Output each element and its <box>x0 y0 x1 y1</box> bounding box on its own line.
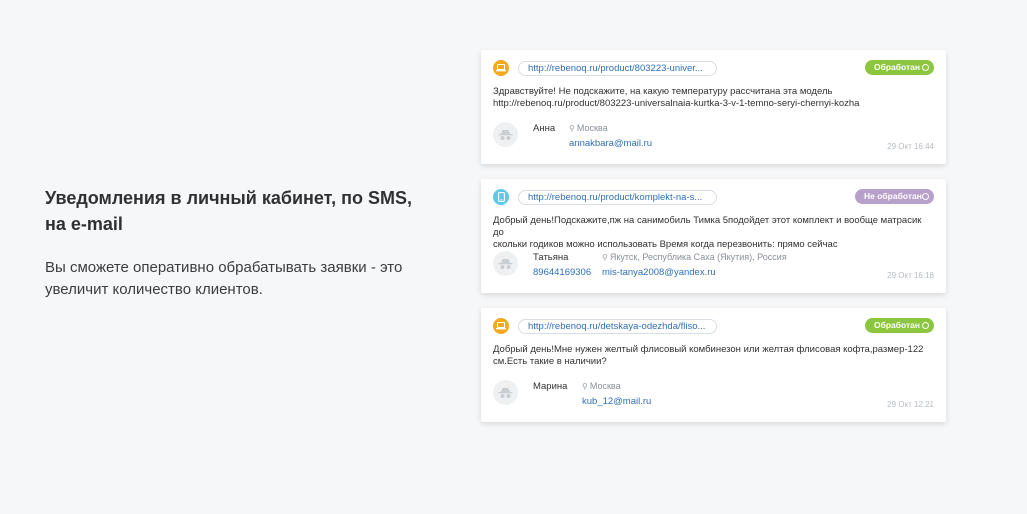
avatar <box>493 122 518 147</box>
request-message: Здравствуйте! Не подскажите, на какую те… <box>493 86 934 110</box>
source-url-link[interactable]: http://rebenoq.ru/detskaya-odezhda/fliso… <box>518 319 717 334</box>
status-toggle-icon <box>922 322 929 329</box>
client-name: Анна <box>533 123 556 134</box>
location-text: Якутск, Республика Саха (Якутия), Россия <box>609 252 787 262</box>
request-time: 29 Окт 16:44 <box>887 142 934 151</box>
request-message: Добрый день!Подскажите,пж на санимобиль … <box>493 215 934 251</box>
client-name: Марина <box>533 381 568 392</box>
laptop-icon <box>493 60 509 76</box>
status-label: Обработан <box>874 62 921 72</box>
location-pin-icon: ⚲ <box>582 382 588 391</box>
request-card[interactable]: http://rebenoq.ru/detskaya-odezhda/fliso… <box>481 308 946 422</box>
client-phone[interactable]: 89644169306 <box>533 267 591 278</box>
promo-description: Вы сможете оперативно обрабатывать заявк… <box>45 259 403 298</box>
status-label: Обработан <box>874 320 921 330</box>
message-line: Добрый день!Мне нужен желтый флисовый ко… <box>493 344 924 355</box>
message-line: http://rebenoq.ru/product/803223-univers… <box>493 98 860 109</box>
status-badge[interactable]: Не обработан <box>855 189 934 204</box>
status-badge[interactable]: Обработан <box>865 60 934 75</box>
client-email[interactable]: kub_12@mail.ru <box>582 396 651 407</box>
status-label: Не обработан <box>864 191 922 201</box>
location-text: Москва <box>576 123 608 133</box>
location-pin-icon: ⚲ <box>569 124 575 133</box>
request-time: 29 Окт 12:21 <box>887 400 934 409</box>
status-badge[interactable]: Обработан <box>865 318 934 333</box>
laptop-icon <box>493 318 509 334</box>
promo-title: Уведомления в личный кабинет, по SMS, на… <box>45 188 413 234</box>
avatar <box>493 251 518 276</box>
message-line: Здравствуйте! Не подскажите, на какую те… <box>493 86 833 97</box>
message-line: скольки годиков можно использовать Время… <box>493 239 838 250</box>
message-line: Добрый день!Подскажите,пж на санимобиль … <box>493 215 922 238</box>
client-location: ⚲ Москва <box>582 381 621 391</box>
location-pin-icon: ⚲ <box>602 253 608 262</box>
request-time: 29 Окт 16:18 <box>887 271 934 280</box>
location-text: Москва <box>589 381 621 391</box>
source-url-link[interactable]: http://rebenoq.ru/product/803223-univer.… <box>518 61 717 76</box>
request-card[interactable]: http://rebenoq.ru/product/803223-univer.… <box>481 50 946 164</box>
request-card[interactable]: http://rebenoq.ru/product/komplekt-na-s.… <box>481 179 946 293</box>
client-location: ⚲ Москва <box>569 123 608 133</box>
request-message: Добрый день!Мне нужен желтый флисовый ко… <box>493 344 934 368</box>
avatar <box>493 380 518 405</box>
status-toggle-icon <box>922 193 929 200</box>
status-toggle-icon <box>922 64 929 71</box>
smartphone-icon <box>493 189 509 205</box>
client-location: ⚲ Якутск, Республика Саха (Якутия), Росси… <box>602 252 787 262</box>
client-email[interactable]: mis-tanya2008@yandex.ru <box>602 267 716 278</box>
client-email[interactable]: annakbara@mail.ru <box>569 138 652 149</box>
client-name: Татьяна <box>533 252 569 263</box>
message-line: см.Есть такие в наличии? <box>493 356 607 367</box>
source-url-link[interactable]: http://rebenoq.ru/product/komplekt-na-s.… <box>518 190 717 205</box>
promo-block: Уведомления в личный кабинет, по SMS, на… <box>45 185 415 301</box>
